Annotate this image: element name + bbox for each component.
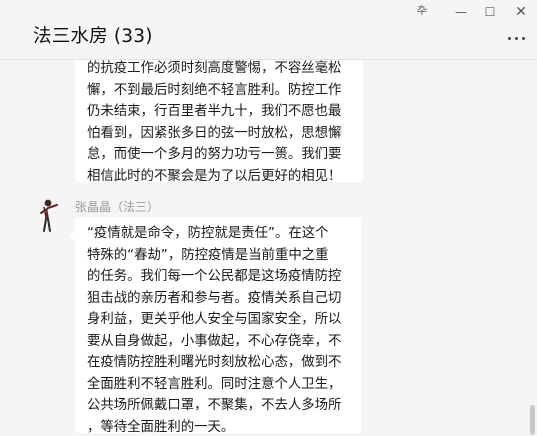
maximize-button[interactable]: ☐ <box>479 3 501 21</box>
message-line: 要从自身做起，小事做起，不心存侥幸，不 <box>87 333 342 349</box>
message-line: 怠，而使一个多月的努力功亏一篑。我们要 <box>87 147 342 162</box>
pin-icon[interactable]: 卆 <box>411 3 433 21</box>
message-bubble[interactable]: 的抗疫工作必须时刻高度警惕，不容丝毫松 懈，不到最后时刻绝不轻言胜利。防控工作 … <box>75 60 363 184</box>
message-line: 怕看到，因紧张多日的弦一时放松，思想懈 <box>87 125 342 141</box>
message-line: 仍未结束，行百里者半九十，我们不愿也最 <box>87 104 342 119</box>
more-dot <box>515 37 518 40</box>
more-dot <box>522 37 525 40</box>
message-line: 全面胜利不轻言胜利。同时注意个人卫生， <box>87 376 342 392</box>
person-figure-icon <box>40 199 58 232</box>
message-line: “疫情就是命令，防控就是责任”。在这个 <box>87 226 329 241</box>
message-line: 相信此时的不聚会是为了以后更好的相见！ <box>87 168 342 184</box>
message-line: 特殊的“春劫”，防控疫情是当前重中之重 <box>87 247 329 263</box>
scrollbar-thumb[interactable] <box>530 405 535 435</box>
avatar[interactable] <box>35 197 65 235</box>
message-line: 公共场所佩戴口罩，不聚集，不去人多场所 <box>87 398 342 413</box>
message-line: 在疫情防控胜利曙光时刻放松心态，做到不 <box>87 355 342 370</box>
message-line: 身利益，更关乎他人安全与国家安全，所以 <box>87 312 342 327</box>
chat-window: 法三水房 (33) 卆 — ☐ ✕ 的抗疫工作必须时刻高度警惕，不容丝毫松 懈，… <box>0 0 537 436</box>
more-dot <box>508 37 511 40</box>
message-line: 的任务。我们每一个公民都是这场疫情防控 <box>87 269 342 284</box>
message-line: 的抗疫工作必须时刻高度警惕，不容丝毫松 <box>87 61 342 76</box>
message-bubble[interactable]: “疫情就是命令，防控就是责任”。在这个 特殊的“春劫”，防控疫情是当前重中之重 … <box>69 217 361 435</box>
close-button[interactable]: ✕ <box>510 3 532 21</box>
sender-name: 张晶晶（法三） <box>75 200 160 214</box>
message-list[interactable]: 的抗疫工作必须时刻高度警惕，不容丝毫松 懈，不到最后时刻绝不轻言胜利。防控工作 … <box>0 60 537 436</box>
minimize-button[interactable]: — <box>450 3 472 21</box>
title-bar: 法三水房 (33) 卆 — ☐ ✕ <box>0 0 537 60</box>
more-options-icon[interactable] <box>506 30 528 46</box>
message-line: ，等待全面胜利的一天。 <box>87 419 235 435</box>
message-line: 狙击战的亲历者和参与者。疫情关系自己切 <box>87 290 342 306</box>
message-line: 懈，不到最后时刻绝不轻言胜利。防控工作 <box>87 82 342 98</box>
chat-title: 法三水房 (33) <box>33 26 153 47</box>
